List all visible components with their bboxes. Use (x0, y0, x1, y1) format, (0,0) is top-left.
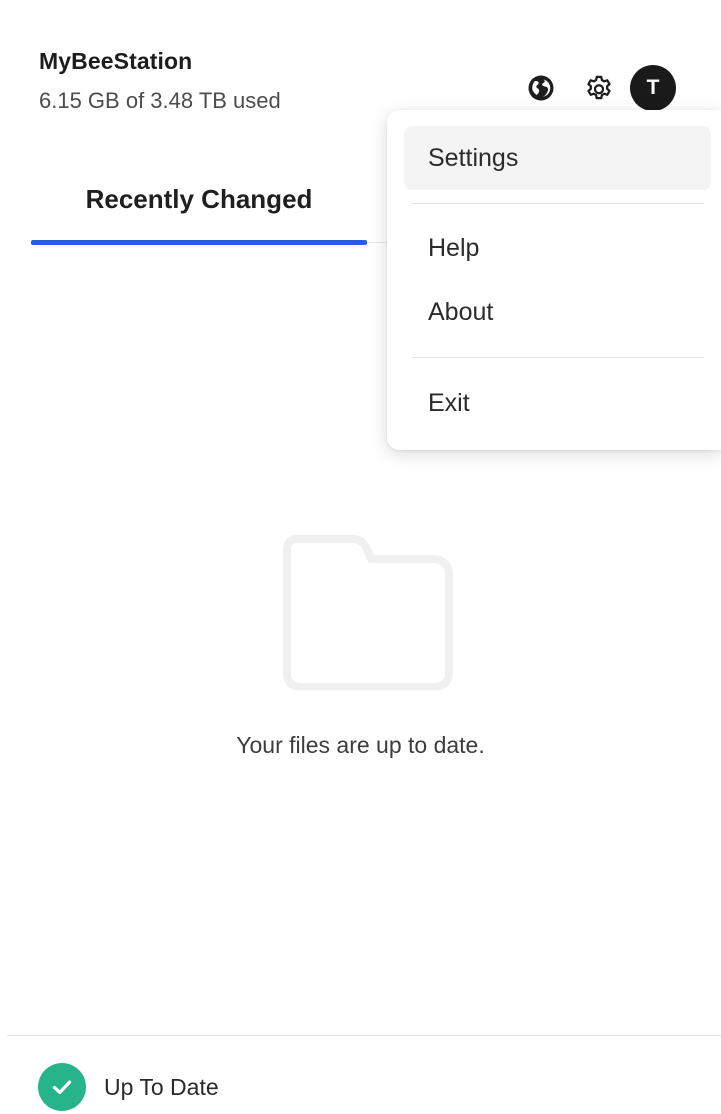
globe-icon[interactable] (522, 69, 560, 107)
station-title: MyBeeStation (39, 48, 193, 74)
menu-item-about[interactable]: About (404, 280, 711, 344)
menu-item-help[interactable]: Help (404, 216, 711, 280)
tab-recently-changed[interactable]: Recently Changed (31, 168, 367, 246)
menu-divider (412, 357, 704, 358)
empty-state-message: Your files are up to date. (236, 732, 485, 758)
header-actions: T (522, 64, 676, 112)
status-label: Up To Date (104, 1073, 219, 1100)
menu-item-exit[interactable]: Exit (404, 371, 711, 435)
settings-dropdown-menu: Settings Help About Exit (387, 110, 721, 450)
header: MyBeeStation 6.15 GB of 3.48 TB used (39, 46, 281, 114)
active-tab-indicator (31, 240, 367, 245)
app-window: MyBeeStation 6.15 GB of 3.48 TB used T R… (0, 0, 721, 1114)
menu-divider (412, 203, 704, 204)
user-avatar[interactable]: T (630, 65, 676, 111)
gear-icon[interactable] (580, 69, 618, 107)
sync-status: Up To Date (38, 1063, 219, 1111)
storage-usage: 6.15 GB of 3.48 TB used (39, 88, 281, 113)
menu-item-settings[interactable]: Settings (404, 126, 711, 190)
check-circle-icon (38, 1063, 86, 1111)
footer-divider (7, 1035, 721, 1036)
folder-icon (283, 535, 453, 691)
